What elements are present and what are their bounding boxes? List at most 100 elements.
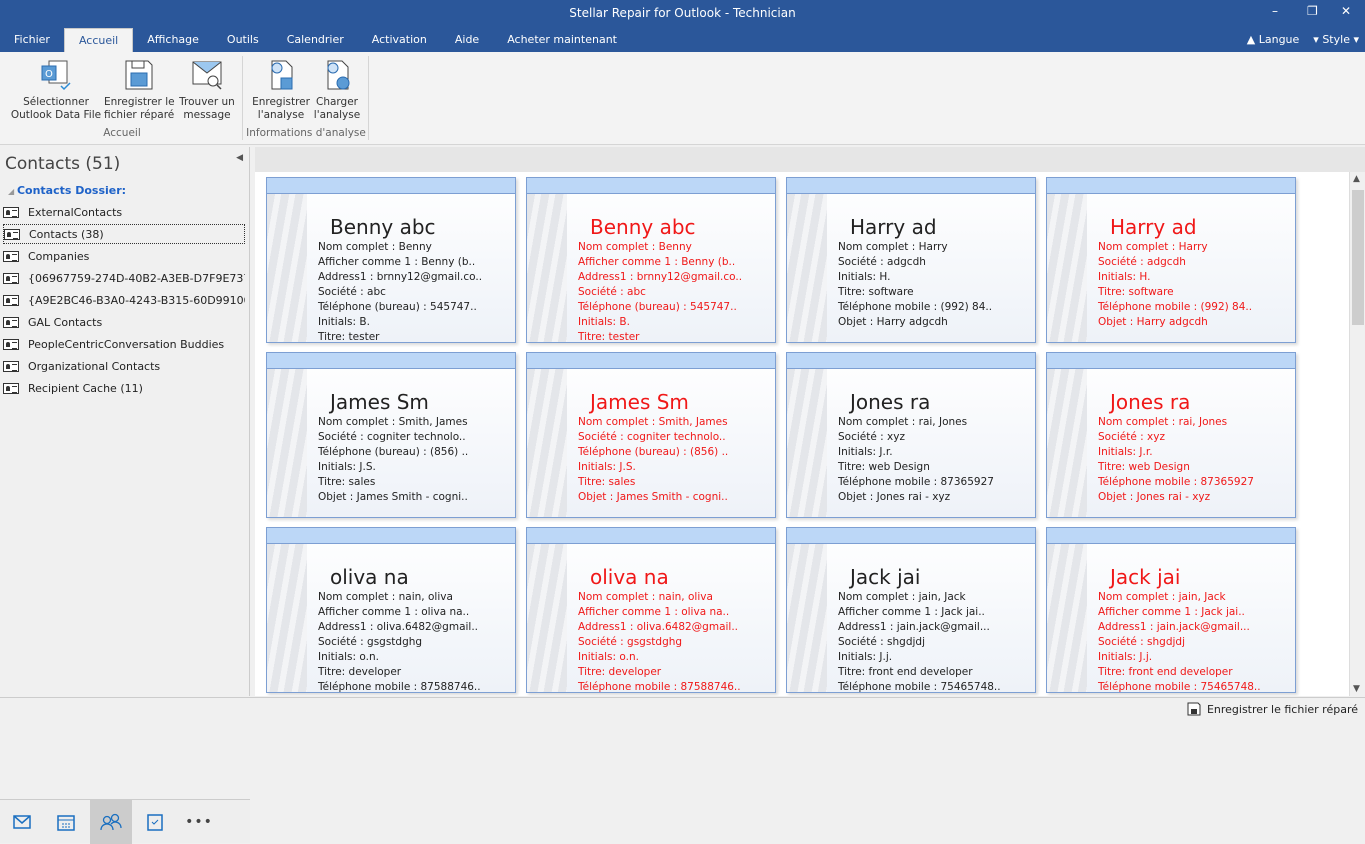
nav-more[interactable]: •••	[178, 800, 220, 844]
contact-field: Titre: developer	[578, 666, 662, 678]
minimize-button[interactable]: –	[1272, 4, 1278, 18]
sidebar-folder-item[interactable]: Contacts (38)	[3, 224, 245, 244]
tab-affichage[interactable]: Affichage	[133, 28, 213, 52]
contact-field: Titre: software	[838, 286, 914, 298]
tab-aide[interactable]: Aide	[441, 28, 493, 52]
contact-card[interactable]: Jack jai Nom complet : jain, Jack Afficher…	[1046, 527, 1296, 693]
contact-field: Téléphone mobile : 87588746..	[318, 681, 481, 693]
style-menu[interactable]: ▾ Style ▾	[1313, 33, 1359, 46]
card-decoration	[267, 544, 307, 692]
contact-field: Titre: tester	[578, 331, 640, 343]
contact-field: Nom complet : nain, oliva	[318, 591, 453, 603]
tab-outils[interactable]: Outils	[213, 28, 273, 52]
close-button[interactable]: ✕	[1341, 4, 1351, 18]
scroll-thumb[interactable]	[1352, 190, 1364, 325]
contact-card[interactable]: Jones ra Nom complet : rai, Jones Société …	[1046, 352, 1296, 518]
contact-field: Société : xyz	[838, 431, 905, 443]
contact-card-icon	[3, 250, 19, 262]
contact-card[interactable]: Benny abc Nom complet : Benny Afficher com…	[266, 177, 516, 343]
contact-card[interactable]: James Sm Nom complet : Smith, James Sociét…	[266, 352, 516, 518]
nav-calendar[interactable]	[45, 800, 87, 844]
find-mail-icon	[192, 61, 222, 90]
scroll-up-icon[interactable]: ▲	[1353, 174, 1360, 184]
sidebar-folder-item[interactable]: PeopleCentricConversation Buddies	[3, 334, 245, 354]
card-decoration	[1047, 369, 1087, 517]
save-scan-button[interactable]: Enregistrer l'analyse	[251, 58, 311, 122]
load-scan-icon	[327, 60, 350, 90]
sidebar-folder-item[interactable]: {06967759-274D-40B2-A3EB-D7F9E73727...	[3, 268, 245, 288]
save-repaired-button[interactable]: Enregistrer le fichier réparé	[104, 58, 175, 122]
contact-name: Benny abc	[330, 215, 436, 239]
sidebar: Contacts (51) ◀ ◢ Contacts Dossier: Exte…	[0, 147, 250, 844]
card-header	[527, 353, 775, 369]
contact-field: Initials: H.	[838, 271, 891, 283]
contact-field: Société : abc	[318, 286, 386, 298]
menu-tabs: Fichier Accueil Affichage Outils Calendr…	[0, 28, 631, 52]
contact-field: Initials: J.j.	[838, 651, 893, 663]
contact-field: Initials: J.r.	[838, 446, 893, 458]
card-header	[1047, 528, 1295, 544]
contact-field: Initials: J.j.	[1098, 651, 1153, 663]
folder-label: Organizational Contacts	[28, 359, 161, 373]
content-header-bar	[255, 147, 1365, 172]
langue-menu[interactable]: ▲ Langue	[1247, 33, 1300, 46]
tab-activation[interactable]: Activation	[358, 28, 441, 52]
contact-card[interactable]: Harry ad Nom complet : Harry Société : adg…	[786, 177, 1036, 343]
contact-field: Nom complet : Smith, James	[318, 416, 468, 428]
contact-card[interactable]: Harry ad Nom complet : Harry Société : adg…	[1046, 177, 1296, 343]
card-decoration	[267, 369, 307, 517]
sidebar-folder-item[interactable]: Companies	[3, 246, 245, 266]
contact-field: Téléphone mobile : (992) 84..	[1098, 301, 1253, 313]
folder-header[interactable]: ◢ Contacts Dossier:	[8, 184, 126, 197]
contacts-icon	[100, 813, 122, 831]
nav-tasks[interactable]	[134, 800, 176, 844]
contact-card[interactable]: Jones ra Nom complet : rai, Jones Société …	[786, 352, 1036, 518]
tab-accueil[interactable]: Accueil	[63, 28, 134, 52]
nav-mail[interactable]	[1, 800, 43, 844]
contact-field: Société : shgdjdj	[838, 636, 925, 648]
tab-fichier[interactable]: Fichier	[0, 28, 64, 52]
load-scan-button[interactable]: Charger l'analyse	[313, 58, 361, 122]
contact-card[interactable]: Benny abc Nom complet : Benny Afficher com…	[526, 177, 776, 343]
contact-card[interactable]: James Sm Nom complet : Smith, James Sociét…	[526, 352, 776, 518]
contact-field: Titre: front end developer	[1098, 666, 1233, 678]
restore-button[interactable]: ❐	[1307, 4, 1318, 18]
contact-field: Titre: front end developer	[838, 666, 973, 678]
status-save-label: Enregistrer le fichier réparé	[1206, 702, 1358, 716]
status-save-button[interactable]: Enregistrer le fichier réparé	[1187, 702, 1358, 716]
contact-field: Téléphone (bureau) : (856) ..	[318, 446, 469, 458]
contact-name: Benny abc	[590, 215, 696, 239]
style-label: Style	[1322, 33, 1350, 46]
vertical-scrollbar[interactable]: ▲ ▼	[1349, 172, 1365, 696]
card-header	[527, 178, 775, 194]
contact-field: Nom complet : Harry	[838, 241, 948, 253]
svg-text:O: O	[45, 69, 53, 80]
collapse-icon[interactable]: ◀	[236, 153, 243, 163]
contact-card[interactable]: Jack jai Nom complet : jain, Jack Afficher…	[786, 527, 1036, 693]
card-header	[267, 178, 515, 194]
sidebar-folder-item[interactable]: {A9E2BC46-B3A0-4243-B315-60D9910044...	[3, 290, 245, 310]
tab-acheter[interactable]: Acheter maintenant	[493, 28, 631, 52]
contact-field: Afficher comme 1 : oliva na..	[318, 606, 470, 618]
sidebar-folder-item[interactable]: ExternalContacts	[3, 202, 245, 222]
contact-card[interactable]: oliva na Nom complet : nain, oliva Affiche…	[266, 527, 516, 693]
card-decoration	[1047, 544, 1087, 692]
save-disk-icon	[125, 60, 153, 90]
sidebar-folder-item[interactable]: Organizational Contacts	[3, 356, 245, 376]
contact-name: Jack jai	[1110, 565, 1181, 589]
tab-calendrier[interactable]: Calendrier	[273, 28, 358, 52]
nav-contacts[interactable]	[90, 800, 132, 844]
contact-field: Téléphone mobile : 75465748..	[1098, 681, 1261, 693]
find-message-button[interactable]: Trouver un message	[177, 58, 237, 122]
sidebar-folder-item[interactable]: Recipient Cache (11)	[3, 378, 245, 398]
ribbon: O Sélectionner Outlook Data File Enregis…	[0, 52, 1365, 145]
contact-card-icon	[3, 294, 19, 306]
scroll-down-icon[interactable]: ▼	[1353, 684, 1360, 694]
contact-card[interactable]: oliva na Nom complet : nain, oliva Affiche…	[526, 527, 776, 693]
folder-label: {A9E2BC46-B3A0-4243-B315-60D9910044...	[28, 293, 245, 307]
contact-field: Initials: B.	[578, 316, 630, 328]
select-outlook-file-button[interactable]: O Sélectionner Outlook Data File	[10, 58, 102, 122]
contact-field: Nom complet : rai, Jones	[1098, 416, 1228, 428]
sidebar-folder-item[interactable]: GAL Contacts	[3, 312, 245, 332]
contact-field: Address1 : oliva.6482@gmail..	[578, 621, 739, 633]
